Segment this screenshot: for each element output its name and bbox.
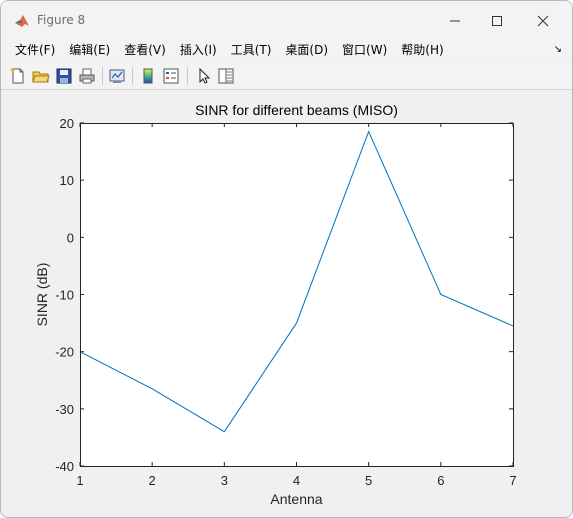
save-icon[interactable] [55, 67, 73, 85]
edit-plot-arrow-icon[interactable] [195, 67, 213, 85]
menu-desktop[interactable]: 桌面(D) [278, 39, 335, 61]
toolbar [1, 63, 572, 90]
maximize-button[interactable] [474, 7, 520, 35]
x-tick-label: 7 [509, 473, 516, 488]
dock-arrow-icon[interactable]: ↘ [554, 44, 562, 55]
plot-svg: SINR for different beams (MISO) 1 2 3 4 5 6 7 2… [34, 102, 517, 507]
insert-legend-icon[interactable] [162, 67, 180, 85]
close-button[interactable] [520, 7, 566, 35]
data-point [78, 350, 82, 354]
menu-view[interactable]: 查看(V) [117, 39, 173, 61]
close-icon [537, 15, 549, 27]
toolbar-separator [187, 67, 188, 85]
menu-window[interactable]: 窗口(W) [335, 39, 394, 61]
y-tick-label: -20 [55, 345, 74, 360]
window-title: Figure 8 [37, 13, 86, 27]
x-tick-label: 5 [365, 473, 372, 488]
y-tick-label: 10 [60, 173, 74, 188]
link-plot-icon[interactable] [108, 67, 126, 85]
menu-edit[interactable]: 编辑(E) [62, 39, 117, 61]
figure-canvas[interactable]: SINR for different beams (MISO) 1 2 3 4 5 6 7 2… [2, 90, 571, 516]
matlab-logo-icon [14, 13, 30, 29]
axes-background[interactable] [80, 123, 513, 466]
y-tick-label: 0 [67, 230, 74, 245]
menu-help[interactable]: 帮助(H) [394, 39, 450, 61]
title-bar[interactable]: Figure 8 [1, 1, 572, 41]
y-tick-label: 20 [60, 116, 74, 131]
x-tick-label: 6 [437, 473, 444, 488]
toolbar-separator [102, 67, 103, 85]
print-icon[interactable] [78, 67, 96, 85]
toolbar-separator [132, 67, 133, 85]
x-axis-label: Antenna [270, 491, 322, 507]
menu-file[interactable]: 文件(F) [1, 39, 62, 61]
x-tick-label: 2 [149, 473, 156, 488]
x-tick-label: 3 [221, 473, 228, 488]
open-file-icon[interactable] [32, 67, 50, 85]
insert-colorbar-icon[interactable] [139, 67, 157, 85]
menu-insert[interactable]: 插入(I) [173, 39, 224, 61]
menu-bar: 文件(F) 编辑(E) 查看(V) 插入(I) 工具(T) 桌面(D) 窗口(W… [1, 39, 572, 61]
data-point [150, 387, 154, 391]
x-tick-label: 4 [293, 473, 300, 488]
data-point [222, 430, 226, 434]
data-point [439, 293, 443, 297]
minimize-icon [450, 20, 460, 22]
figure-window: Figure 8 文件(F) 编辑(E) 查看(V) 插入(I) 工具(T) 桌… [0, 0, 573, 518]
y-tick-label: -10 [55, 288, 74, 303]
new-figure-icon[interactable] [9, 67, 27, 85]
y-axis-label: SINR (dB) [34, 263, 50, 327]
y-tick-label: -40 [55, 459, 74, 474]
maximize-icon [492, 16, 502, 26]
minimize-button[interactable] [432, 7, 478, 35]
chart-title: SINR for different beams (MISO) [195, 102, 398, 118]
y-tick-label: -30 [55, 402, 74, 417]
menu-tools[interactable]: 工具(T) [224, 39, 279, 61]
data-point [511, 324, 515, 328]
data-point [367, 130, 371, 134]
property-inspector-icon[interactable] [217, 67, 235, 85]
x-tick-label: 1 [76, 473, 83, 488]
data-point [295, 321, 299, 325]
